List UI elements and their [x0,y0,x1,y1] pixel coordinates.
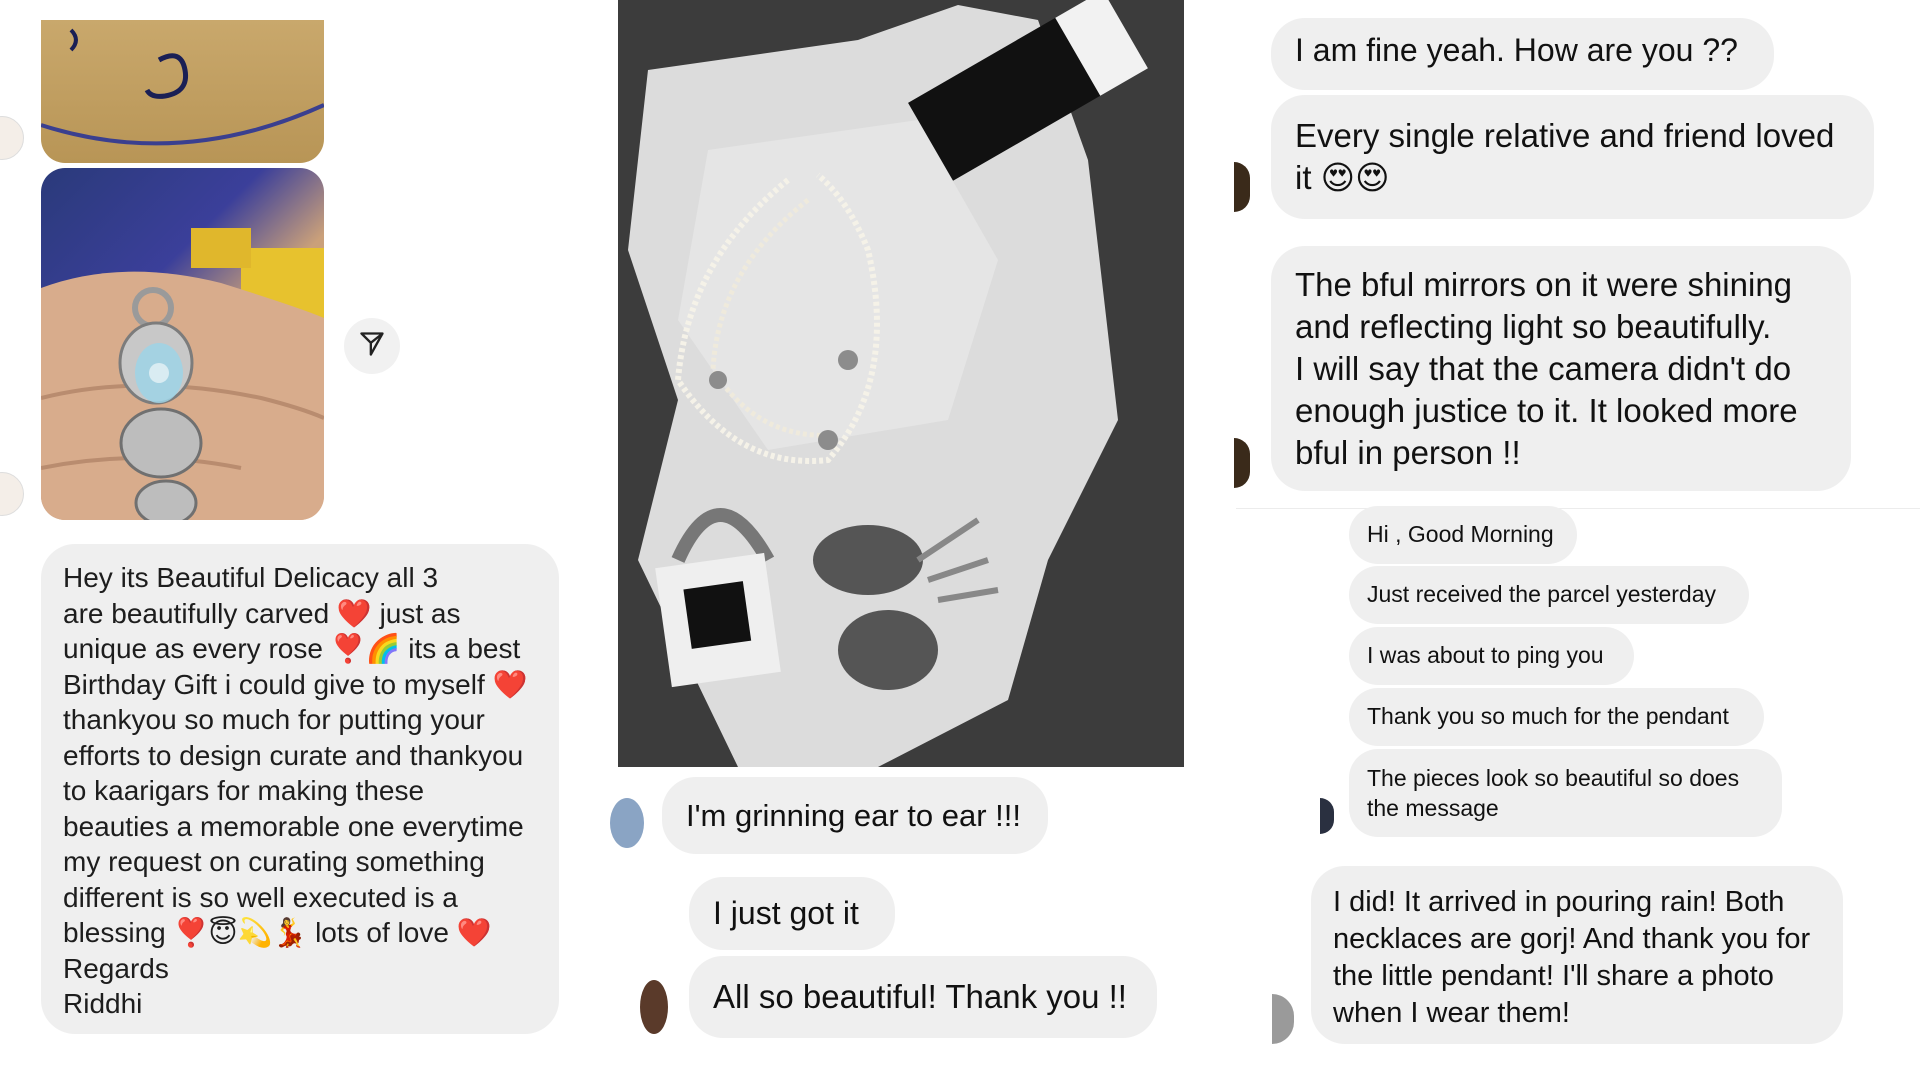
jewellery-photo[interactable] [618,0,1184,767]
message-bubble: Hi , Good Morning [1349,506,1577,564]
message-bubble: Thank you so much for the pendant [1349,688,1764,746]
message-text: All so beautiful! Thank you !! [713,978,1127,1015]
message-bubble: Every single relative and friend loved i… [1271,95,1874,219]
message-text: Just received the parcel yesterday [1367,581,1717,607]
message-text: Thank you so much for the pendant [1367,703,1729,729]
message-text: I am fine yeah. How are you ?? [1295,32,1738,68]
message-bubble: Just received the parcel yesterday [1349,566,1749,624]
message-text: I did! It arrived in pouring rain! Both … [1333,886,1811,1029]
message-bubble: I'm grinning ear to ear !!! [662,777,1048,854]
message-text: Every single relative and friend loved i… [1295,117,1835,196]
message-text: The bful mirrors on it were shining and … [1295,266,1798,471]
avatar [1320,798,1334,834]
avatar [0,116,24,160]
divider [1236,508,1920,509]
avatar [610,798,644,848]
message-bubble: All so beautiful! Thank you !! [689,956,1157,1038]
message-bubble: Hey its Beautiful Delicacy all 3 are bea… [41,544,559,1034]
message-bubble: I am fine yeah. How are you ?? [1271,18,1774,90]
message-bubble: The pieces look so beautiful so does the… [1349,749,1782,837]
message-text: Hey its Beautiful Delicacy all 3 are bea… [63,562,528,1019]
message-text: The pieces look so beautiful so does the… [1367,765,1740,821]
message-text: Hi , Good Morning [1367,521,1554,547]
paper-plane-icon [358,330,386,363]
message-text: I was about to ping you [1367,642,1604,668]
message-text: I just got it [713,895,859,931]
avatar [1234,438,1250,488]
avatar [640,980,668,1034]
message-text: I'm grinning ear to ear !!! [686,798,1022,833]
message-bubble: The bful mirrors on it were shining and … [1271,246,1851,491]
message-bubble: I did! It arrived in pouring rain! Both … [1311,866,1843,1044]
gift-box-photo[interactable] [41,20,324,163]
earrings-photo[interactable] [41,168,324,520]
message-bubble: I just got it [689,877,895,950]
avatar [0,472,24,516]
avatar [1234,162,1250,212]
share-button[interactable] [344,318,400,374]
message-bubble: I was about to ping you [1349,627,1634,685]
avatar [1272,994,1294,1044]
